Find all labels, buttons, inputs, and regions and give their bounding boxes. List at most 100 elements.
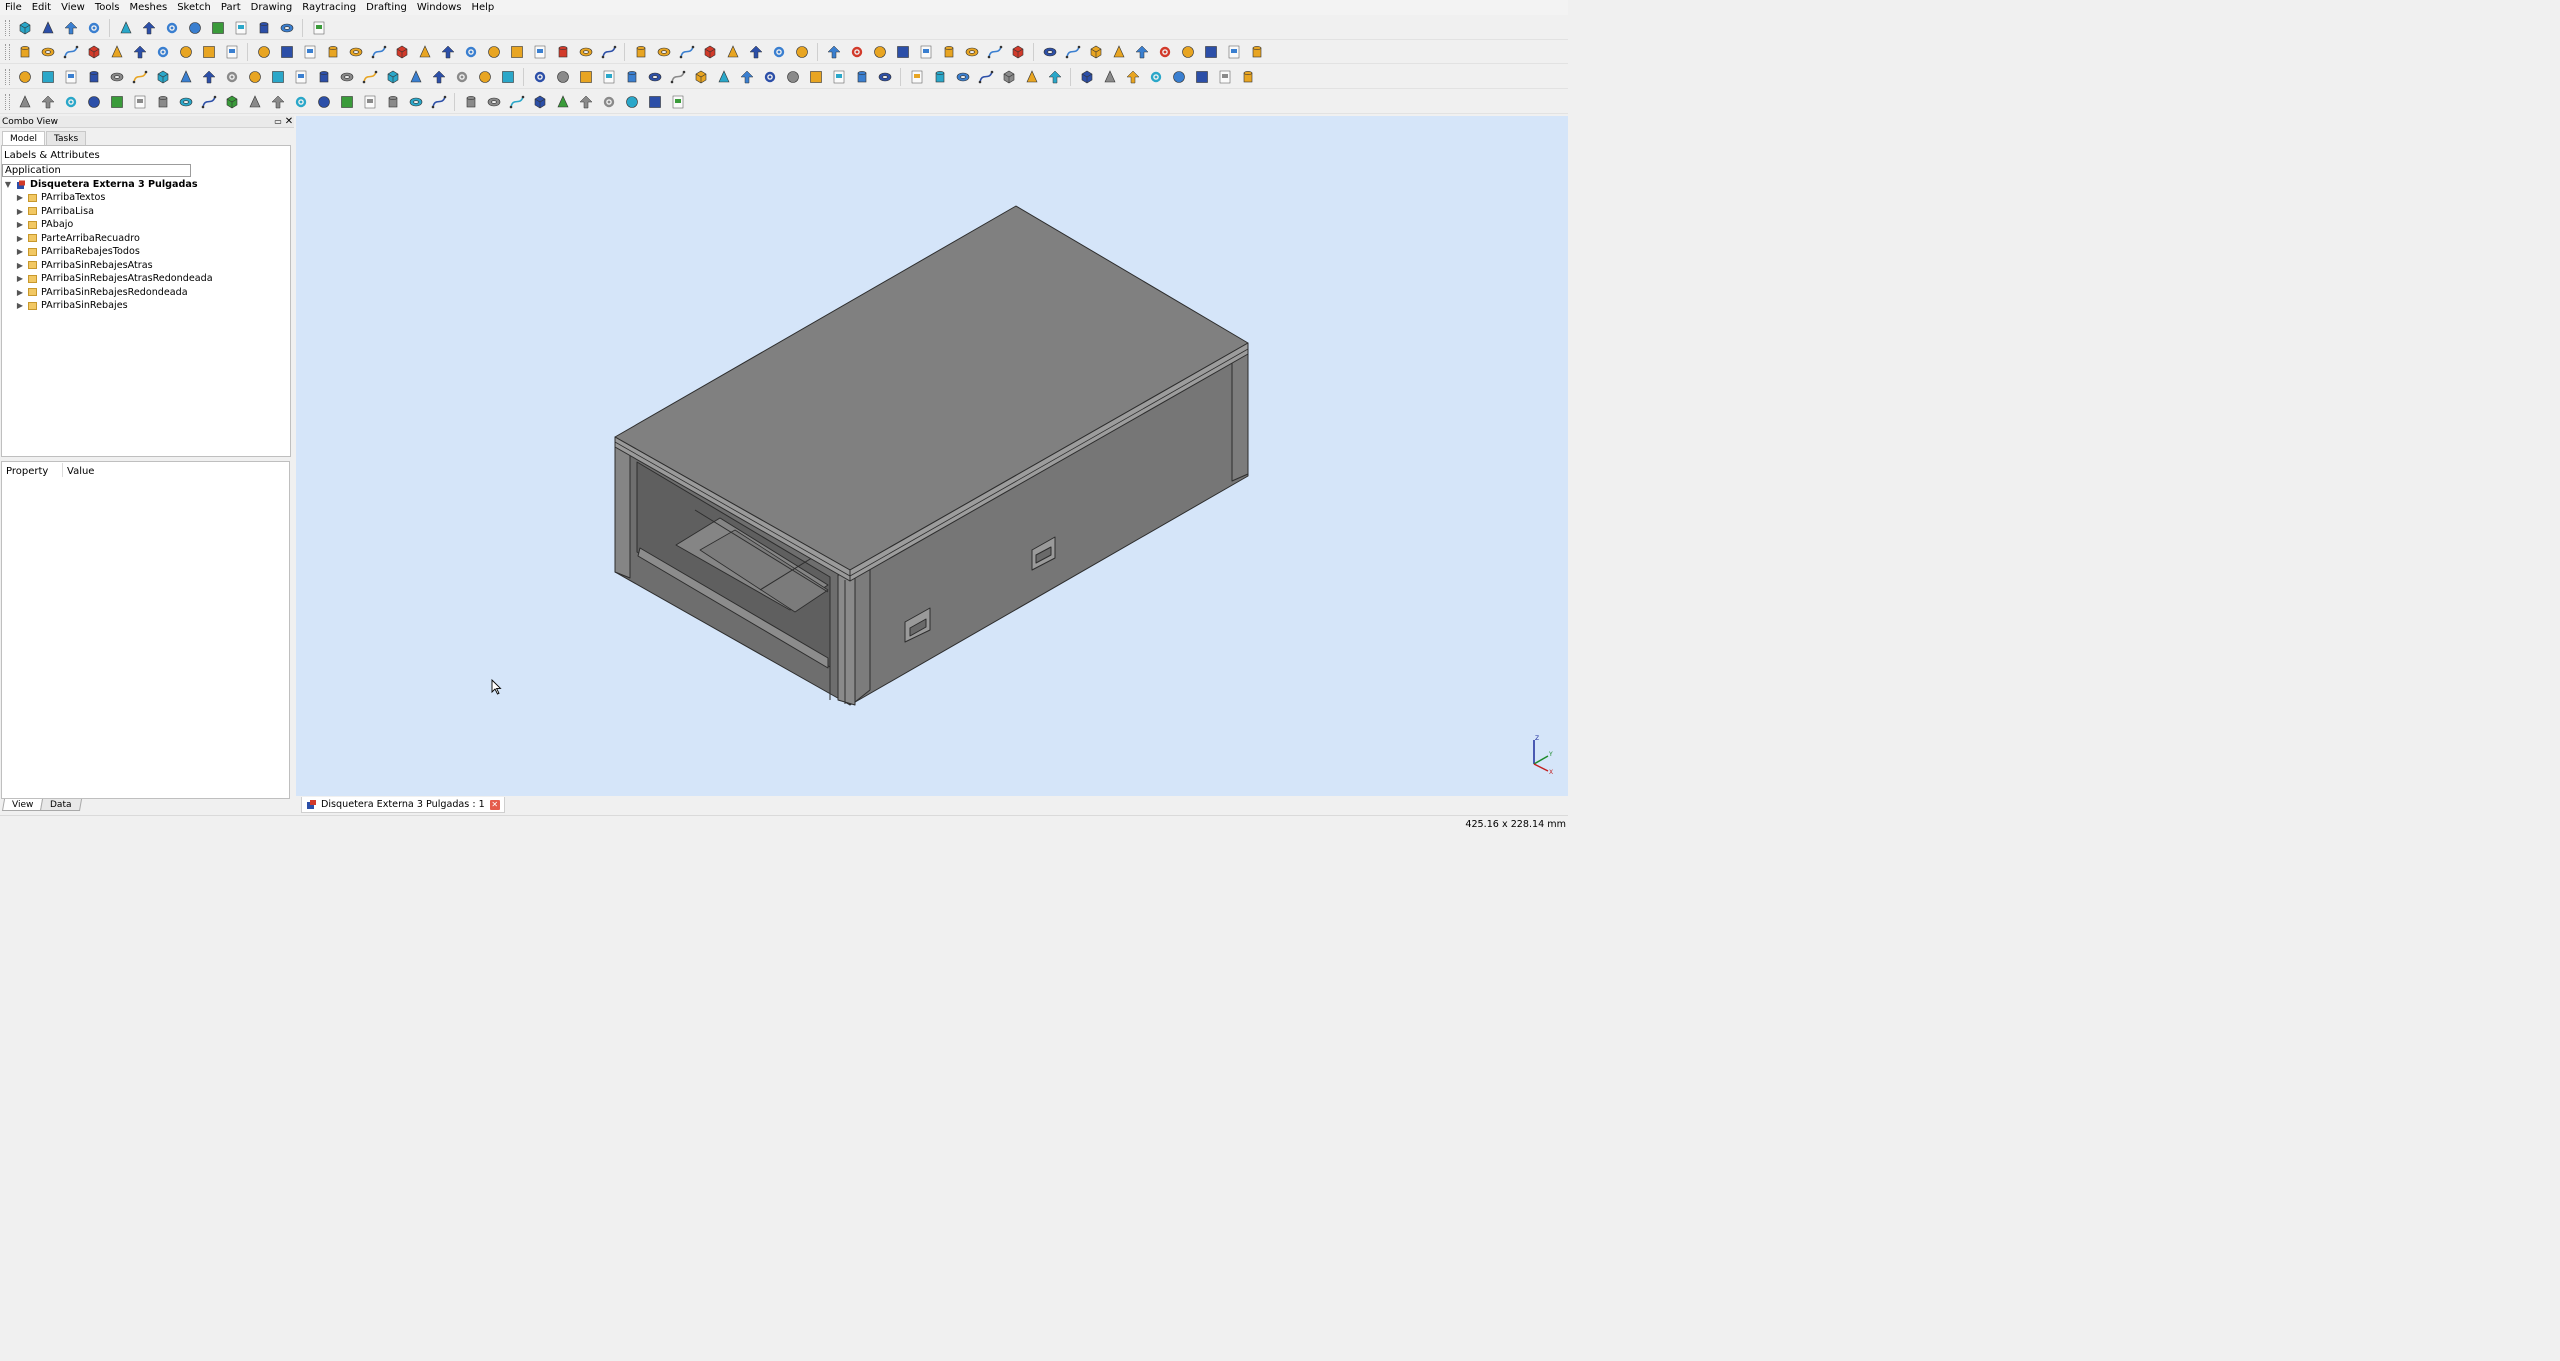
toolbar-button-cone-icon[interactable] [177, 68, 195, 86]
toolbar-button-document-icon[interactable] [531, 43, 549, 61]
toolbar-button-box-icon[interactable] [646, 93, 664, 111]
toolbar-button-box-icon[interactable] [1202, 43, 1220, 61]
menu-meshes[interactable]: Meshes [124, 0, 172, 15]
toolbar-button-document-icon[interactable] [600, 68, 618, 86]
toolbar-button-cylinder-icon[interactable] [154, 93, 172, 111]
3d-viewport[interactable]: Z Y X [296, 116, 1568, 796]
chevron-down-icon[interactable]: ▼ [3, 180, 13, 189]
toolbar-button-box-icon[interactable] [1193, 68, 1211, 86]
toolbar-button-cone-icon[interactable] [554, 93, 572, 111]
toolbar-button-curve-icon[interactable] [669, 68, 687, 86]
toolbar-button-sphere-icon[interactable] [485, 43, 503, 61]
toolbar-button-arrow-icon[interactable] [140, 19, 158, 37]
toolbar-button-document-icon[interactable] [301, 43, 319, 61]
toolbar-button-arrow-icon[interactable] [62, 19, 80, 37]
3d-model-scene[interactable] [296, 116, 1568, 796]
toolbar-button-curve-icon[interactable] [62, 43, 80, 61]
toolbar-button-cube-icon[interactable] [1000, 68, 1018, 86]
toolbar-button-box-icon[interactable] [807, 68, 825, 86]
toolbar-button-sphere-icon[interactable] [554, 68, 572, 86]
toolbar-button-sphere-icon[interactable] [315, 93, 333, 111]
toolbar-button-arrow-icon[interactable] [269, 93, 287, 111]
toolbar-button-gear-icon[interactable] [85, 19, 103, 37]
toolbar-button-arrow-icon[interactable] [1133, 43, 1151, 61]
toolbar-button-sphere-icon[interactable] [177, 43, 195, 61]
toolbar-button-cube-icon[interactable] [16, 19, 34, 37]
toolbar-button-box-icon[interactable] [508, 43, 526, 61]
menu-drafting[interactable]: Drafting [361, 0, 412, 15]
toolbar-button-gear-icon[interactable] [163, 19, 181, 37]
tree-item-parribasinrebajesatras[interactable]: ▶ PArribaSinRebajesAtras [15, 259, 153, 272]
toolbar-button-sphere-icon[interactable] [793, 43, 811, 61]
toolbar-button-curve-icon[interactable] [600, 43, 618, 61]
toolbar-button-curve-icon[interactable] [678, 43, 696, 61]
document-tab[interactable]: Disquetera Externa 3 Pulgadas : 1 ✕ [301, 797, 505, 813]
toolbar-button-gear-icon[interactable] [531, 68, 549, 86]
toolbar-button-cube-icon[interactable] [384, 68, 402, 86]
toolbar-button-arrow-icon[interactable] [577, 93, 595, 111]
toolbar-button-curve-icon[interactable] [430, 93, 448, 111]
menu-sketch[interactable]: Sketch [172, 0, 216, 15]
close-icon[interactable]: ✕ [489, 799, 500, 810]
toolbar-button-sphere-icon[interactable] [85, 93, 103, 111]
toolbar-button-box-icon[interactable] [278, 43, 296, 61]
menu-drawing[interactable]: Drawing [246, 0, 298, 15]
toolbar-button-cylinder-icon[interactable] [462, 93, 480, 111]
toolbar-button-torus-icon[interactable] [39, 43, 57, 61]
toolbar-button-sphere-icon[interactable] [246, 68, 264, 86]
toolbar-button-document-icon[interactable] [292, 68, 310, 86]
toolbar-button-cone-icon[interactable] [715, 68, 733, 86]
toolbar-button-box-icon[interactable] [39, 68, 57, 86]
toolbar-button-cube-icon[interactable] [154, 68, 172, 86]
toolbar-button-torus-icon[interactable] [407, 93, 425, 111]
chevron-right-icon[interactable]: ▶ [15, 274, 25, 283]
toolbar-button-document-icon[interactable] [223, 43, 241, 61]
toolbar-button-curve-icon[interactable] [131, 68, 149, 86]
toolbar-button-cylinder-icon[interactable] [632, 43, 650, 61]
toolbar-button-torus-icon[interactable] [108, 68, 126, 86]
toolbar-button-arrow-icon[interactable] [131, 43, 149, 61]
toolbar-button-sphere-icon[interactable] [623, 93, 641, 111]
toolbar-button-cube-icon[interactable] [1078, 68, 1096, 86]
toolbar-button-sphere-icon[interactable] [476, 68, 494, 86]
toolbar-button-gear-icon[interactable] [848, 43, 866, 61]
toolbar-button-arrow-icon[interactable] [39, 93, 57, 111]
toolbar-button-arrow-icon[interactable] [825, 43, 843, 61]
toolbar-button-torus-icon[interactable] [278, 19, 296, 37]
toolbar-button-gear-icon[interactable] [1156, 43, 1174, 61]
toolbar-button-cone-icon[interactable] [1110, 43, 1128, 61]
toolbar-button-sphere-icon[interactable] [1170, 68, 1188, 86]
toolbar-button-cone-icon[interactable] [246, 93, 264, 111]
tree-item-parribasinrebajesredondeada[interactable]: ▶ PArribaSinRebajesRedondeada [15, 286, 188, 299]
toolbar-button-cylinder-icon[interactable] [853, 68, 871, 86]
toolbar-button-cube-icon[interactable] [701, 43, 719, 61]
toolbar-button-gear-icon[interactable] [154, 43, 172, 61]
toolbar-button-cube-icon[interactable] [1087, 43, 1105, 61]
menu-help[interactable]: Help [466, 0, 499, 15]
toolbar-button-cylinder-icon[interactable] [1239, 68, 1257, 86]
tree-item-parribalisa[interactable]: ▶ PArribaLisa [15, 205, 94, 218]
toolbar-button-gear-icon[interactable] [223, 68, 241, 86]
toolbar-button-cube-icon[interactable] [85, 43, 103, 61]
toolbar-button-cone-icon[interactable] [724, 43, 742, 61]
toolbar-grip[interactable] [5, 43, 10, 60]
tree-item-partearribarecuadro[interactable]: ▶ ParteArribaRecuadro [15, 232, 140, 245]
tree-item-parribarebajestodos[interactable]: ▶ PArribaRebajesTodos [15, 245, 140, 258]
menu-file[interactable]: File [0, 0, 27, 15]
toolbar-button-cylinder-icon[interactable] [623, 68, 641, 86]
toolbar-button-cylinder-icon[interactable] [85, 68, 103, 86]
toolbar-button-document-icon[interactable] [131, 93, 149, 111]
toolbar-button-sphere-icon[interactable] [255, 43, 273, 61]
chevron-right-icon[interactable]: ▶ [15, 234, 25, 243]
toolbar-button-gear-icon[interactable] [1147, 68, 1165, 86]
menu-raytracing[interactable]: Raytracing [297, 0, 361, 15]
toolbar-button-torus-icon[interactable] [1041, 43, 1059, 61]
toolbar-button-torus-icon[interactable] [177, 93, 195, 111]
toolbar-button-document-icon[interactable] [917, 43, 935, 61]
close-icon[interactable]: ✕ [284, 116, 294, 128]
chevron-right-icon[interactable]: ▶ [15, 301, 25, 310]
toolbar-button-curve-icon[interactable] [977, 68, 995, 86]
toolbar-button-cone-icon[interactable] [407, 68, 425, 86]
tab-tasks[interactable]: Tasks [46, 131, 87, 145]
toolbar-button-torus-icon[interactable] [347, 43, 365, 61]
